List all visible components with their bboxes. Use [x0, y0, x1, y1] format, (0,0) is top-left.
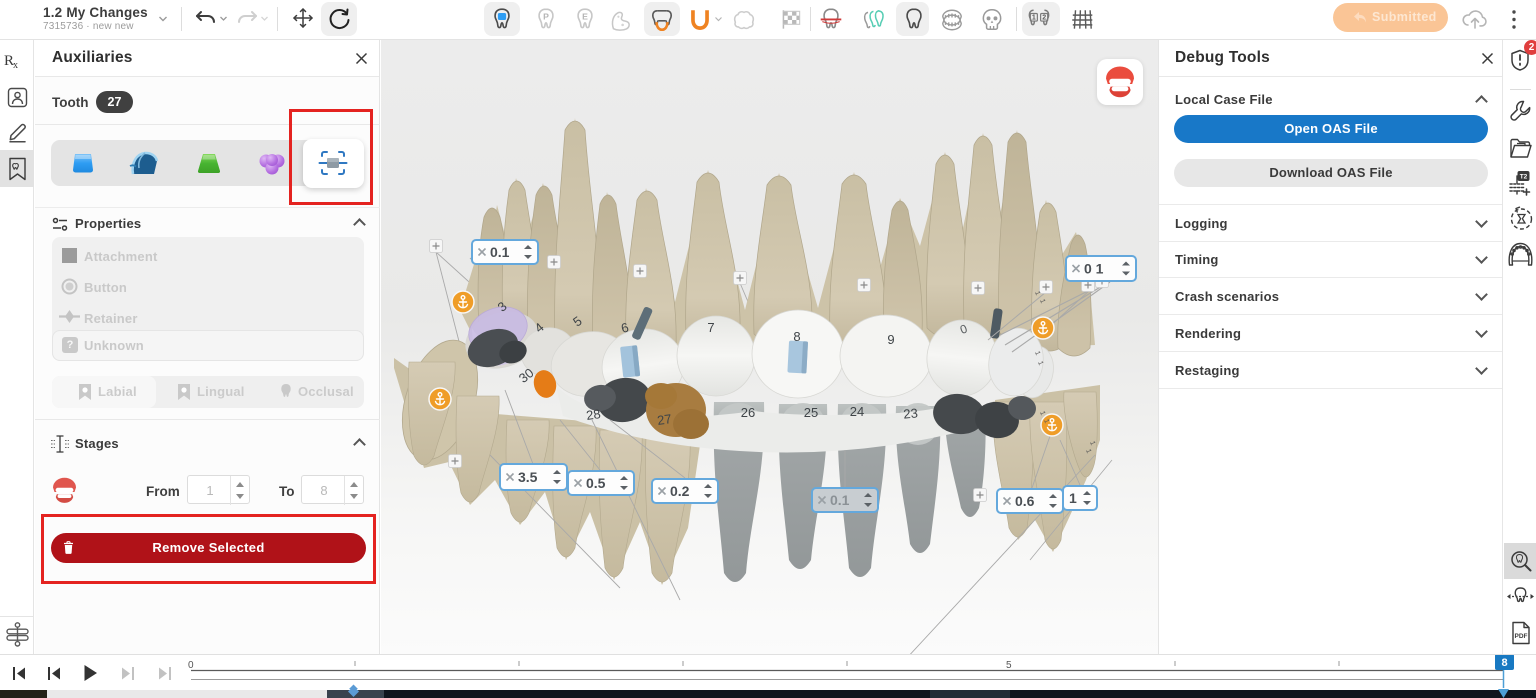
- svg-text:0.6: 0.6: [1015, 493, 1035, 509]
- svg-text:0.2: 0.2: [670, 483, 690, 499]
- svg-text:3.5: 3.5: [518, 469, 538, 485]
- svg-text:0.1: 0.1: [830, 492, 850, 508]
- svg-text:27: 27: [656, 411, 672, 428]
- svg-text:0.5: 0.5: [586, 475, 606, 491]
- svg-text:T2: T2: [1520, 174, 1528, 181]
- svg-text:28: 28: [585, 406, 601, 423]
- svg-text:2: 2: [1042, 14, 1046, 21]
- svg-text:8: 8: [793, 329, 800, 344]
- svg-text:0.1: 0.1: [490, 244, 510, 260]
- svg-text:5: 5: [1006, 660, 1012, 671]
- svg-text:1: 1: [1069, 490, 1077, 506]
- svg-text:E: E: [582, 11, 588, 21]
- svg-text:PDF: PDF: [1515, 633, 1528, 640]
- svg-text:0: 0: [188, 660, 194, 671]
- svg-text:23: 23: [903, 405, 919, 421]
- svg-text:25: 25: [804, 405, 818, 420]
- svg-text:7: 7: [707, 320, 714, 335]
- svg-text:1: 1: [1032, 14, 1036, 21]
- svg-text:9: 9: [887, 332, 894, 347]
- svg-text:8: 8: [1501, 657, 1507, 669]
- svg-text:P: P: [543, 11, 549, 21]
- svg-text:24: 24: [850, 404, 864, 419]
- svg-text:0 1: 0 1: [1084, 261, 1104, 277]
- svg-text:26: 26: [741, 405, 755, 420]
